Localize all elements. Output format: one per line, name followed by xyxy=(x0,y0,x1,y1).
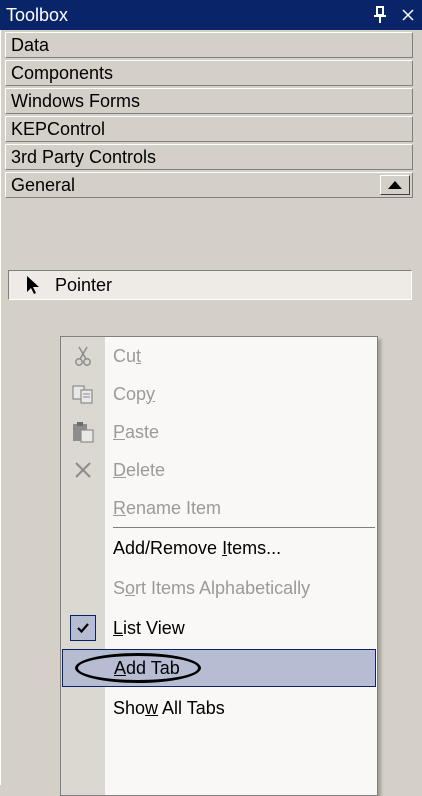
tab-general[interactable]: General xyxy=(5,172,413,198)
highlight-circle xyxy=(75,653,201,683)
menu-item-label: Add/Remove Items... xyxy=(113,537,282,558)
menu-item-rename-item[interactable]: Rename Item xyxy=(61,489,377,527)
menu-item-label: List View xyxy=(113,617,185,638)
menu-item-add-tab[interactable]: Add Tab xyxy=(62,649,376,687)
menu-item-label: Cut xyxy=(113,345,142,366)
copy-icon xyxy=(61,375,105,413)
toolbox-titlebar: Toolbox xyxy=(0,0,422,30)
menu-item-label: Rename Item xyxy=(113,497,222,518)
context-menu: Cut Copy Paste Delete Rename Item Add/Re… xyxy=(60,336,378,796)
tab-kepcontrol[interactable]: KEPControl xyxy=(5,116,413,142)
check-icon xyxy=(70,615,96,641)
tab-windows-forms[interactable]: Windows Forms xyxy=(5,88,413,114)
tab-components[interactable]: Components xyxy=(5,60,413,86)
menu-item-add-remove-items[interactable]: Add/Remove Items... xyxy=(61,529,377,567)
menu-item-copy[interactable]: Copy xyxy=(61,375,377,413)
cut-icon xyxy=(61,337,105,375)
toolbox-title: Toolbox xyxy=(6,4,69,25)
menu-item-label: Copy xyxy=(113,383,156,404)
paste-icon xyxy=(61,413,105,451)
chevron-up-icon xyxy=(388,181,402,189)
tab-label: General xyxy=(11,174,76,195)
scroll-up-button[interactable] xyxy=(380,175,410,195)
tab-label: Data xyxy=(11,34,50,55)
menu-item-cut[interactable]: Cut xyxy=(61,337,377,375)
menu-item-sort-items[interactable]: Sort Items Alphabetically xyxy=(61,569,377,607)
tab-3rd-party-controls[interactable]: 3rd Party Controls xyxy=(5,144,413,170)
tab-label: 3rd Party Controls xyxy=(11,146,157,167)
pin-icon[interactable] xyxy=(366,0,394,30)
close-icon[interactable] xyxy=(394,0,422,30)
menu-item-paste[interactable]: Paste xyxy=(61,413,377,451)
menu-item-delete[interactable]: Delete xyxy=(61,451,377,489)
tab-label: Components xyxy=(11,62,114,83)
tab-label: Windows Forms xyxy=(11,90,141,111)
pointer-icon xyxy=(25,275,45,295)
tab-data[interactable]: Data xyxy=(5,32,413,58)
menu-item-label: Show All Tabs xyxy=(113,697,225,718)
menu-item-label: Delete xyxy=(113,459,166,480)
menu-item-label: Paste xyxy=(113,421,160,442)
delete-icon xyxy=(61,451,105,489)
menu-item-show-all-tabs[interactable]: Show All Tabs xyxy=(61,689,377,727)
menu-item-label: Sort Items Alphabetically xyxy=(113,577,311,598)
toolbox-item-pointer[interactable]: Pointer xyxy=(8,270,412,300)
toolbox-item-label: Pointer xyxy=(55,274,113,295)
menu-separator xyxy=(113,527,375,528)
menu-item-list-view[interactable]: List View xyxy=(61,609,377,647)
tab-label: KEPControl xyxy=(11,118,106,139)
